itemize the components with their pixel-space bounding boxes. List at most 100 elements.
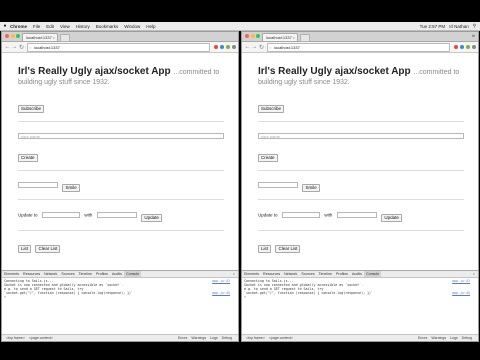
close-devtools-icon[interactable]: × [473, 272, 478, 276]
devtools-tab-audits[interactable]: Audits [110, 271, 124, 277]
list-button[interactable]: List [258, 245, 272, 253]
devtools-tab-elements[interactable]: Elements [242, 271, 261, 277]
subscribe-button[interactable]: Subscribe [18, 105, 45, 113]
subscribe-button[interactable]: Subscribe [258, 105, 285, 113]
back-icon[interactable]: ← [4, 44, 11, 50]
zoom-window-icon[interactable] [16, 34, 20, 38]
forward-icon[interactable]: → [11, 44, 18, 50]
apple-icon[interactable]: ● [0, 23, 10, 29]
filter-errors[interactable]: Errors [418, 336, 428, 340]
smile-input[interactable] [18, 181, 58, 188]
menu-bookmarks[interactable]: Bookmarks [96, 24, 119, 29]
devtools-status-bar: <top frame> <page context> Errors Warnin… [2, 334, 238, 341]
menu-icon[interactable] [232, 45, 236, 49]
devtools-tab-network[interactable]: Network [282, 271, 299, 277]
extension-green-icon[interactable] [466, 45, 470, 49]
filter-errors[interactable]: Errors [178, 336, 188, 340]
filter-warnings[interactable]: Warnings [191, 336, 206, 340]
devtools-tab-timeline[interactable]: Timeline [317, 271, 334, 277]
close-window-icon[interactable] [5, 34, 9, 38]
menu-file[interactable]: File [33, 24, 40, 29]
new-tab-button[interactable] [300, 34, 310, 42]
menu-chrome[interactable]: Chrome [10, 24, 27, 29]
reload-icon[interactable]: ↻ [18, 44, 25, 51]
extension-green-icon[interactable] [226, 45, 230, 49]
update-button[interactable]: Update [141, 214, 162, 222]
close-window-icon[interactable] [245, 34, 249, 38]
menubar: ● Chrome File Edit View History Bookmark… [0, 22, 480, 31]
minimize-window-icon[interactable] [250, 34, 255, 38]
extension-red-icon[interactable] [454, 45, 458, 49]
filter-debug[interactable]: Debug [222, 336, 232, 340]
profile-name[interactable]: Irl [472, 33, 475, 38]
filter-logs[interactable]: Logs [450, 336, 458, 340]
context-selector[interactable]: <page context> [29, 336, 53, 340]
zoom-window-icon[interactable] [256, 34, 260, 38]
frame-selector[interactable]: <top frame> [246, 336, 265, 340]
devtools-tab-resources[interactable]: Resources [21, 271, 42, 277]
minimize-window-icon[interactable] [10, 34, 15, 38]
devtools-tab-network[interactable]: Network [42, 271, 59, 277]
page-info-icon[interactable]: ○ [29, 44, 31, 51]
name-input[interactable]: your name [258, 132, 464, 139]
devtools-status-bar: <top frame> <page context> Errors Warnin… [242, 334, 478, 341]
update-to-input[interactable] [41, 211, 80, 218]
devtools-tab-sources[interactable]: Sources [59, 271, 76, 277]
smile-button[interactable]: Smile [62, 184, 80, 192]
filter-debug[interactable]: Debug [462, 336, 472, 340]
reload-icon[interactable]: ↻ [258, 44, 265, 51]
menu-help[interactable]: Help [146, 24, 155, 29]
clock[interactable]: Tue 2:57 PM [420, 24, 446, 29]
name-input[interactable]: your name [18, 132, 224, 139]
update-with-input[interactable] [336, 211, 377, 218]
new-tab-button[interactable] [60, 34, 70, 42]
devtools-tab-console[interactable]: Console [363, 271, 382, 277]
create-button[interactable]: Create [258, 154, 278, 162]
devtools-tab-sources[interactable]: Sources [299, 271, 316, 277]
close-tab-icon[interactable]: × [53, 34, 55, 42]
devtools-tab-elements[interactable]: Elements [2, 271, 21, 277]
devtools-tab-console[interactable]: Console [123, 271, 142, 277]
update-button[interactable]: Update [381, 214, 402, 222]
extension-blue-icon[interactable] [220, 45, 224, 49]
extension-blue-icon[interactable] [460, 45, 464, 49]
menu-history[interactable]: History [76, 24, 90, 29]
divider [18, 230, 224, 231]
devtools-tab-resources[interactable]: Resources [261, 271, 282, 277]
smile-input[interactable] [258, 181, 298, 188]
page-info-icon[interactable]: ○ [269, 44, 271, 51]
extension-red-icon[interactable] [214, 45, 218, 49]
devtools-tab-audits[interactable]: Audits [350, 271, 364, 277]
menu-window[interactable]: Window [124, 24, 140, 29]
filter-logs[interactable]: Logs [210, 336, 218, 340]
devtools-tab-profiles[interactable]: Profiles [94, 271, 110, 277]
menu-view[interactable]: View [60, 24, 70, 29]
address-bar[interactable]: ○ localhost:1337 [267, 42, 450, 52]
console-prompt[interactable]: > [244, 295, 476, 299]
create-button[interactable]: Create [18, 154, 38, 162]
update-to-input[interactable] [281, 211, 320, 218]
frame-selector[interactable]: <top frame> [6, 336, 25, 340]
close-tab-icon[interactable]: × [293, 34, 295, 42]
address-bar[interactable]: ○ localhost:1337 [27, 42, 210, 52]
clear-list-button[interactable]: Clear List [275, 245, 301, 253]
forward-icon[interactable]: → [251, 44, 258, 50]
tagline: ...committed to [173, 69, 220, 76]
clear-list-button[interactable]: Clear List [35, 245, 61, 253]
browser-tab[interactable]: localhost:1337 × [262, 33, 298, 41]
devtools-tab-timeline[interactable]: Timeline [77, 271, 94, 277]
update-with-input[interactable] [96, 211, 137, 218]
browser-tab[interactable]: localhost:1337 × [22, 33, 58, 41]
menu-icon[interactable] [472, 45, 476, 49]
menu-edit[interactable]: Edit [46, 24, 54, 29]
close-devtools-icon[interactable]: × [233, 272, 238, 276]
smile-button[interactable]: Smile [302, 184, 320, 192]
back-icon[interactable]: ← [244, 44, 251, 50]
search-icon[interactable]: ⚲ [473, 23, 476, 29]
user-name[interactable]: Irl Nathan [449, 24, 469, 29]
console-prompt[interactable]: > [4, 295, 236, 299]
list-button[interactable]: List [18, 245, 32, 253]
filter-warnings[interactable]: Warnings [431, 336, 446, 340]
devtools-tab-profiles[interactable]: Profiles [334, 271, 350, 277]
context-selector[interactable]: <page context> [269, 336, 293, 340]
